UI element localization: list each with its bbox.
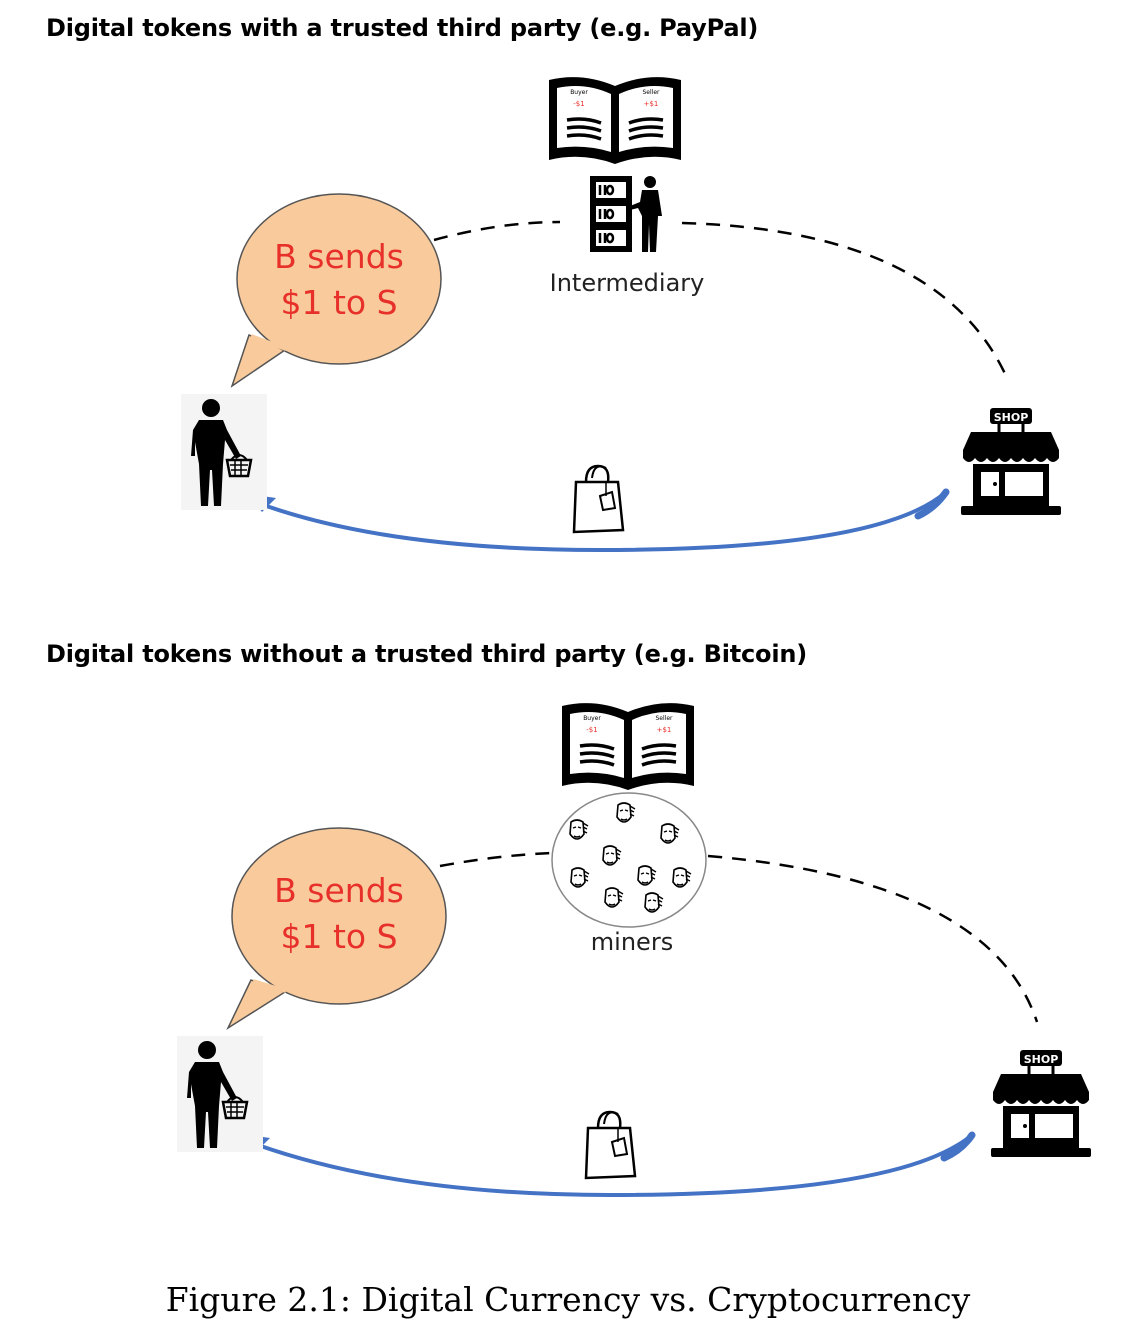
shop-sign: SHOP: [1024, 1053, 1059, 1066]
svg-text:+$1: +$1: [644, 100, 659, 108]
bubble-text-line2: $1 to S: [280, 283, 397, 322]
speech-bubble: B sends $1 to S: [226, 827, 447, 1031]
svg-text:+$1: +$1: [657, 726, 672, 734]
server-person-icon: [590, 176, 662, 252]
panel-bitcoin: B sends $1 to S Buyer -$1 Seller +$1 min…: [175, 701, 1093, 1198]
shop-sign: SHOP: [994, 411, 1029, 424]
buyer-with-basket-icon: [179, 392, 269, 512]
buyer-with-basket-icon: [175, 1034, 265, 1154]
shop-icon: SHOP: [959, 406, 1063, 517]
dashed-link-miners-shop: [707, 854, 1039, 1023]
svg-text:Buyer: Buyer: [570, 89, 588, 96]
bubble-text-line2: $1 to S: [280, 917, 397, 956]
shopping-bag-icon: [572, 464, 625, 534]
intermediary-label: Intermediary: [550, 269, 705, 297]
dashed-link-intermediary-shop: [681, 221, 1009, 379]
svg-text:Seller: Seller: [643, 89, 661, 96]
dashed-link-buyer-miners: [439, 851, 553, 868]
miners-label: miners: [591, 928, 673, 956]
figure-caption: Figure 2.1: Digital Currency vs. Cryptoc…: [165, 1280, 971, 1319]
bubble-text-line1: B sends: [274, 237, 404, 276]
svg-text:-$1: -$1: [586, 726, 597, 734]
shopping-bag-icon: [584, 1110, 637, 1180]
bubble-text-line1: B sends: [274, 871, 404, 910]
dashed-link-buyer-intermediary: [433, 220, 561, 242]
svg-text:-$1: -$1: [573, 100, 584, 108]
miners-crowd-icon: [551, 792, 707, 928]
svg-text:Buyer: Buyer: [583, 715, 601, 722]
svg-text:Seller: Seller: [656, 715, 674, 722]
panel-paypal: B sends $1 to S Buyer -$1 Seller +$1 Int…: [179, 75, 1063, 553]
ledger-book-icon: Buyer -$1 Seller +$1: [547, 75, 683, 166]
shop-icon: SHOP: [989, 1048, 1093, 1159]
ledger-book-icon: Buyer -$1 Seller +$1: [560, 701, 696, 792]
speech-bubble: B sends $1 to S: [230, 193, 442, 388]
